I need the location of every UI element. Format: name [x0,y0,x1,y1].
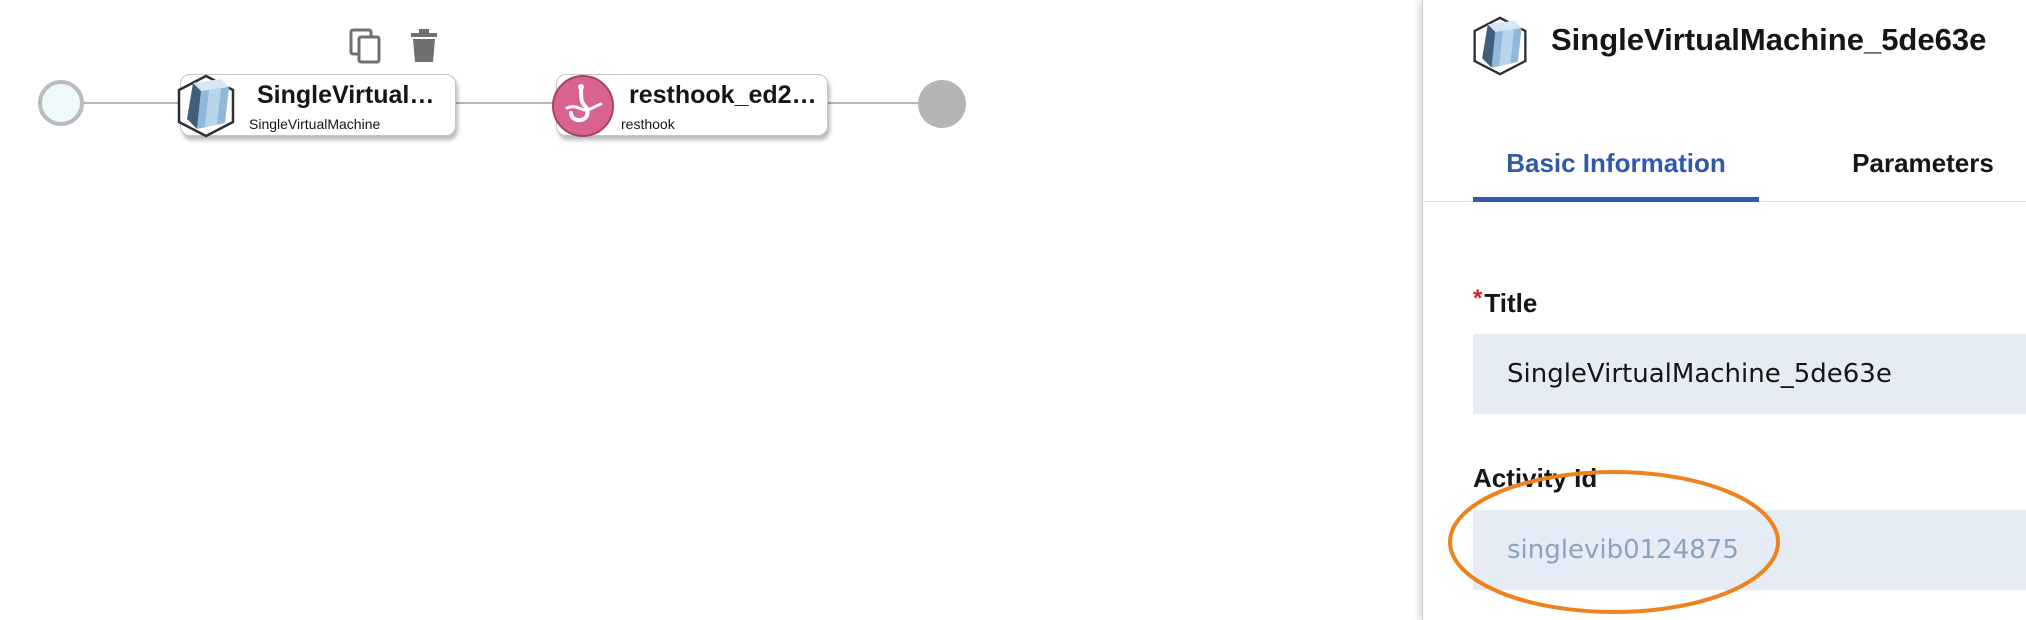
required-marker: * [1473,285,1483,312]
title-field-label: *Title [1473,285,1538,319]
tab-basic-information[interactable]: Basic Information [1473,136,1759,202]
task-title: resthook_ed2145 [629,81,825,109]
resthook-icon [552,75,614,137]
panel-header: SingleVirtualMachine_5de63e [1423,0,2026,84]
panel-title: SingleVirtualMachine_5de63e [1551,22,1987,57]
tab-parameters[interactable]: Parameters [1823,136,2023,202]
task-node-resthook[interactable]: resthook_ed2145 resthook [552,74,828,137]
virtual-machine-cube-icon [1473,16,1527,76]
delete-button[interactable] [406,28,442,64]
copy-button[interactable] [348,28,384,64]
task-title: SingleVirtualMa... [257,81,453,109]
panel-tabs: Basic Information Parameters [1423,136,2026,202]
virtual-machine-cube-icon [177,74,235,138]
connector-line [828,102,920,104]
activity-id-input[interactable] [1473,510,2026,590]
start-node[interactable] [38,80,84,126]
copy-icon [349,28,381,64]
task-node-single-virtual-machine[interactable]: SingleVirtualMa... SingleVirtualMachine [177,74,456,138]
title-label-text: Title [1484,288,1538,318]
connector-line [84,102,184,104]
workflow-canvas[interactable]: SingleVirtualMa... SingleVirtualMachine … [0,0,1420,620]
task-type: SingleVirtualMachine [249,116,381,132]
properties-panel: SingleVirtualMachine_5de63e Basic Inform… [1422,0,2026,620]
trash-icon [411,29,437,62]
title-input[interactable] [1473,334,2026,414]
task-type: resthook [621,116,675,132]
connector-line [456,102,558,104]
end-node[interactable] [918,80,966,128]
activity-id-label: Activity Id [1473,463,1598,493]
